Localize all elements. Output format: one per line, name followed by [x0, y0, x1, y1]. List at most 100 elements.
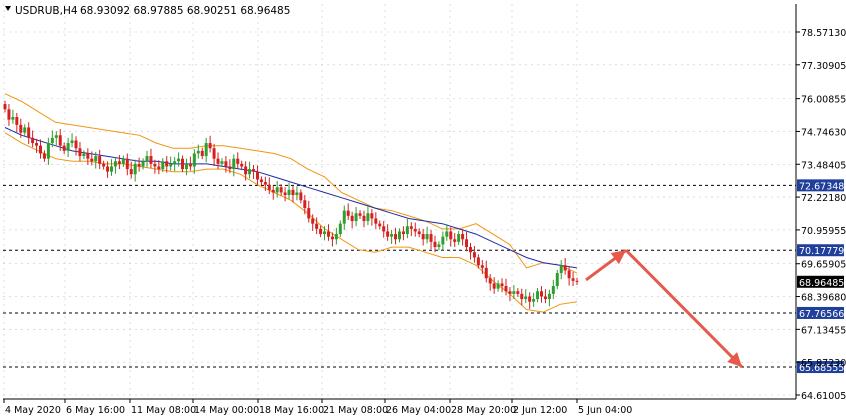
time-tick-label: 14 May 00:00 — [194, 405, 259, 416]
candle-body — [536, 291, 540, 300]
candle-body — [110, 166, 114, 172]
candle-body — [50, 137, 54, 144]
time-tick-label: 5 Jun 04:00 — [578, 405, 632, 416]
candle-body — [248, 169, 252, 175]
level-label: 70.17779 — [799, 246, 844, 257]
candle-body — [366, 213, 370, 222]
candle-body — [551, 286, 555, 294]
candle-body — [125, 158, 129, 170]
candle-body — [539, 291, 543, 297]
candle-body — [153, 163, 157, 167]
candle-body — [3, 104, 7, 110]
price-tick-label: 68.39680 — [801, 293, 846, 304]
candle-body — [461, 234, 465, 240]
candle-body — [161, 161, 165, 170]
candle-body — [323, 231, 327, 235]
candle-body — [42, 153, 46, 159]
time-tick-label: 21 May 08:00 — [323, 405, 388, 416]
candle-body — [567, 270, 571, 279]
candle-body — [374, 218, 378, 224]
candle-body — [255, 171, 259, 180]
candle-body — [27, 127, 31, 138]
price-tick-label: 67.13455 — [801, 325, 846, 336]
candle-body — [421, 234, 425, 240]
candle-body — [208, 143, 212, 149]
candle-body — [350, 215, 354, 222]
candle-body — [409, 226, 413, 229]
candle-body — [390, 234, 394, 237]
candle-body — [31, 137, 35, 144]
candle-body — [66, 143, 70, 151]
candle-body — [263, 182, 267, 185]
candle-body — [504, 286, 508, 292]
candle-body — [54, 135, 58, 138]
candle-body — [354, 213, 358, 222]
candle-body — [165, 161, 169, 167]
candle-body — [445, 231, 449, 237]
candle-body — [508, 291, 512, 294]
candle-body — [429, 234, 433, 242]
price-tick-label: 76.00855 — [801, 95, 846, 106]
candle-body — [117, 161, 121, 164]
candle-body — [575, 280, 579, 282]
candle-body — [192, 153, 196, 167]
symbol-header: USDRUB,H4 68.93092 68.97885 68.90251 68.… — [5, 5, 290, 17]
candle-body — [216, 158, 220, 164]
candle-body — [457, 234, 461, 242]
candle-body — [378, 223, 382, 227]
candle-body — [196, 150, 200, 154]
candle-body — [342, 210, 346, 224]
candle-body — [275, 187, 279, 193]
candle-body — [232, 158, 236, 170]
time-tick-label: 11 May 08:00 — [131, 405, 196, 416]
candle-body — [169, 163, 173, 167]
price-chart[interactable]: 72.6734870.1777967.7656665.6855568.96485… — [0, 0, 846, 419]
candle-body — [283, 192, 287, 196]
candle-body — [259, 179, 263, 183]
price-tick-label: 73.48405 — [801, 160, 846, 171]
ohlc-values: 68.93092 68.97885 68.90251 68.96485 — [80, 5, 290, 17]
candle-body — [90, 158, 94, 162]
candle-body — [386, 231, 390, 237]
candle-body — [307, 208, 311, 219]
time-tick-label: 2 Jun 12:00 — [513, 405, 567, 416]
candle-body — [15, 117, 19, 125]
current-price-label: 68.96485 — [799, 278, 844, 289]
candle-body — [244, 166, 248, 175]
candle-body — [338, 223, 342, 235]
candle-body — [468, 247, 472, 253]
price-tick-label: 72.22180 — [801, 193, 846, 204]
candle-body — [46, 143, 50, 159]
symbol-label: USDRUB,H4 — [15, 5, 78, 17]
time-tick-label: 6 May 16:00 — [66, 405, 125, 416]
candle-body — [7, 109, 11, 120]
candle-body — [397, 231, 401, 240]
candle-body — [23, 127, 27, 133]
candle-body — [543, 296, 547, 300]
time-tick-label: 18 May 16:00 — [259, 405, 324, 416]
level-label: 67.76566 — [799, 309, 844, 320]
candle-body — [315, 223, 319, 229]
candle-body — [394, 234, 398, 240]
candle-body — [181, 158, 185, 170]
candle-body — [484, 267, 488, 279]
price-tick-label: 65.87230 — [801, 358, 846, 369]
candle-body — [141, 161, 145, 167]
candle-body — [512, 291, 516, 294]
candle-body — [417, 231, 421, 235]
candle-body — [465, 239, 469, 248]
candle-body — [571, 278, 575, 281]
candle-body — [516, 291, 520, 294]
price-tick-label: 77.30905 — [801, 61, 846, 72]
candle-body — [346, 210, 350, 216]
candle-body — [405, 226, 409, 235]
chart-window[interactable]: 72.67348 70.17779 67.76566 65.68555 68.96485… — [0, 0, 846, 419]
candle-body — [279, 187, 283, 193]
price-tick-label: 70.95955 — [801, 226, 846, 237]
candle-body — [287, 189, 291, 196]
candle-body — [413, 228, 417, 232]
candle-body — [433, 241, 437, 248]
candle-body — [563, 265, 567, 271]
candle-body — [94, 156, 98, 162]
candle-body — [145, 156, 149, 162]
